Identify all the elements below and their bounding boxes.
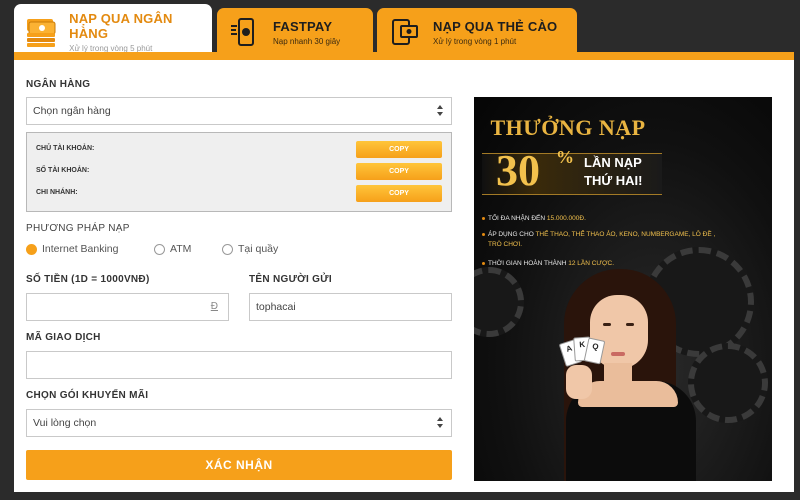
copy-account-number-button[interactable]: COPY	[356, 163, 442, 180]
tab-title: NẠP QUA NGÂN HÀNG	[69, 11, 173, 41]
radio-internet-banking[interactable]: Internet Banking	[26, 243, 118, 255]
bank-label: NGÂN HÀNG	[26, 79, 91, 90]
promo-package-select[interactable]: Vui lòng chọn	[26, 409, 452, 437]
model-lips	[611, 352, 625, 356]
radio-dot	[222, 243, 233, 255]
tab-scratch-card[interactable]: NẠP QUA THẺ CÀO Xử lý trong vòng 1 phút	[377, 8, 577, 56]
radio-atm[interactable]: ATM	[154, 243, 191, 255]
account-number-label: SỐ TÀI KHOẢN:	[36, 167, 90, 174]
sender-input-value: tophacai	[256, 301, 296, 313]
tab-title: FASTPAY	[273, 18, 333, 34]
radio-dot	[26, 243, 37, 255]
model-shoulders	[578, 381, 678, 407]
promo-bullet: TỐI ĐA NHẬN ĐẾN 15.000.000Đ.	[482, 214, 728, 224]
promo-package-value: Vui lòng chọn	[33, 417, 97, 429]
casino-chip-decoration	[474, 267, 524, 337]
promo-bullet: THỜI GIAN HOÀN THÀNH 12 LẦN CƯỢC.	[482, 259, 728, 269]
select-caret-icon	[437, 417, 443, 429]
copy-account-holder-button[interactable]: COPY	[356, 141, 442, 158]
transaction-label: MÃ GIAO DỊCH	[26, 332, 101, 343]
sender-label: TÊN NGƯỜI GỬI	[249, 274, 332, 285]
tab-underline	[14, 52, 794, 60]
tab-subtitle: Xử lý trong vòng 1 phút	[433, 36, 517, 46]
select-caret-icon	[437, 105, 443, 117]
tab-subtitle: Nạp nhanh 30 giây	[273, 36, 341, 46]
confirm-button[interactable]: XÁC NHẬN	[26, 450, 452, 480]
bullet-highlight: 12 LẦN CƯỢC.	[568, 260, 615, 267]
bullet-text: THỜI GIAN HOÀN THÀNH	[488, 260, 569, 267]
card-phone-icon	[387, 14, 423, 50]
bullet-text: ÁP DỤNG CHO	[488, 231, 536, 238]
amount-label: SỐ TIỀN (1D = 1000VNĐ)	[26, 274, 150, 285]
radio-label: Internet Banking	[42, 243, 119, 255]
promo-percent-sign: %	[556, 147, 574, 167]
account-holder-row: CHỦ TÀI KHOẢN: COPY	[27, 141, 451, 159]
deposit-tabs: NẠP QUA NGÂN HÀNG Xử lý trong vòng 5 phú…	[14, 4, 794, 60]
promo-banner[interactable]: THƯỞNG NẠP 30 % LẦN NẠP THỨ HAI! TỐI ĐA …	[474, 97, 772, 481]
promo-bullet: ÁP DỤNG CHO THỂ THAO, THỂ THAO ẢO, KENO,…	[482, 230, 728, 250]
sender-input[interactable]: tophacai	[249, 293, 452, 321]
transaction-input[interactable]	[26, 351, 452, 379]
promo-title: THƯỞNG NẠP	[490, 115, 646, 140]
bank-account-info: CHỦ TÀI KHOẢN: COPY SỐ TÀI KHOẢN: COPY C…	[26, 132, 452, 212]
casino-chip-decoration	[688, 343, 768, 423]
branch-label: CHI NHÁNH:	[36, 189, 78, 196]
currency-unit: Đ	[210, 301, 218, 312]
amount-input[interactable]: Đ	[26, 293, 229, 321]
radio-counter[interactable]: Tại quầy	[222, 243, 278, 255]
radio-label: Tại quầy	[238, 243, 279, 255]
branch-row: CHI NHÁNH: COPY	[27, 185, 451, 203]
promo-line-2: THỨ HAI!	[584, 173, 643, 188]
mobile-pay-icon	[227, 14, 263, 50]
model-eye	[603, 323, 611, 326]
model-hand	[566, 365, 592, 399]
model-eye	[626, 323, 634, 326]
method-label: PHƯƠNG PHÁP NẠP	[26, 223, 130, 234]
radio-dot	[154, 243, 165, 255]
copy-branch-button[interactable]: COPY	[356, 185, 442, 202]
promo-line-1: LẦN NẠP	[584, 155, 642, 170]
tab-fastpay[interactable]: FASTPAY Nạp nhanh 30 giây	[217, 8, 373, 56]
money-stack-icon	[24, 14, 59, 50]
bullet-text: TỐI ĐA NHẬN ĐẾN	[488, 215, 547, 222]
promo-package-label: CHỌN GÓI KHUYẾN MÃI	[26, 390, 149, 401]
bank-select[interactable]: Chọn ngân hàng	[26, 97, 452, 125]
radio-label: ATM	[170, 243, 192, 255]
bullet-highlight: 15.000.000Đ.	[546, 215, 586, 222]
account-number-row: SỐ TÀI KHOẢN: COPY	[27, 163, 451, 181]
deposit-panel: NGÂN HÀNG Chọn ngân hàng CHỦ TÀI KHOẢN: …	[14, 60, 794, 492]
promo-percent: 30	[496, 146, 540, 195]
account-holder-label: CHỦ TÀI KHOẢN:	[36, 145, 95, 152]
bank-select-value: Chọn ngân hàng	[33, 105, 111, 117]
tab-title: NẠP QUA THẺ CÀO	[433, 18, 558, 34]
